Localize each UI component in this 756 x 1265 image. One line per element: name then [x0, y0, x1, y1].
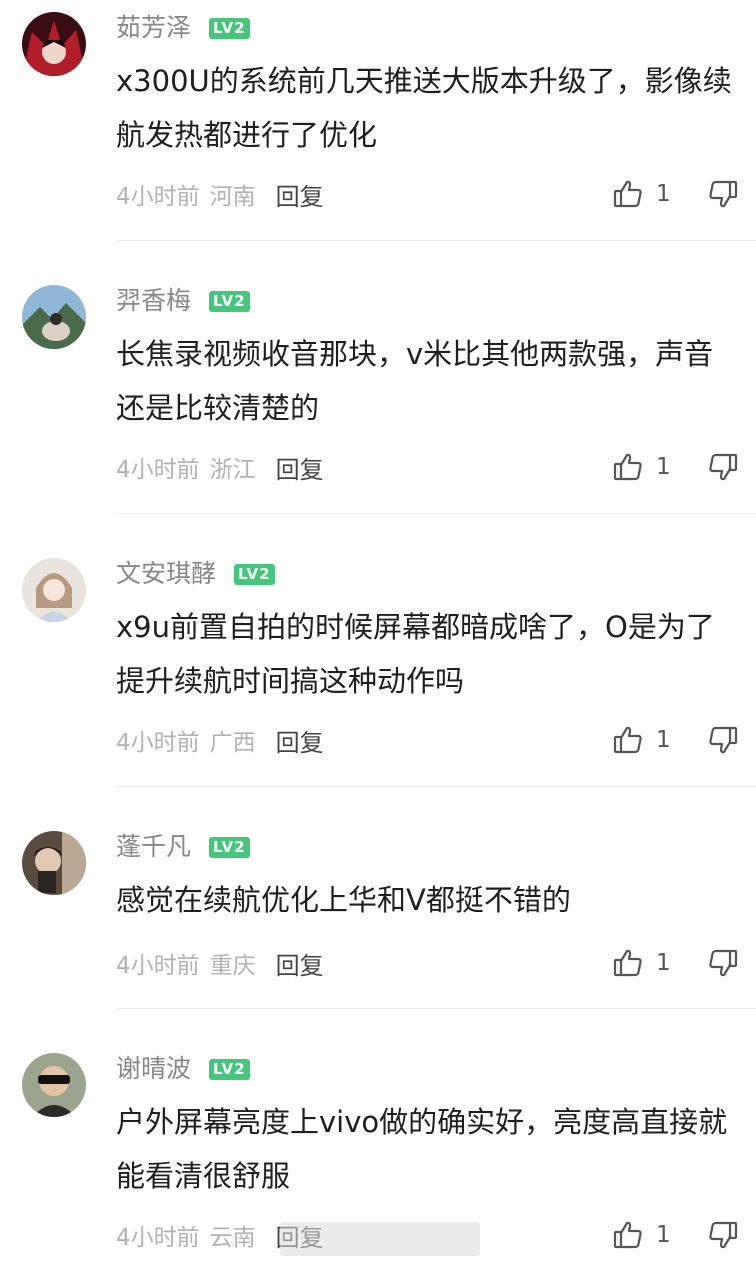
comment-header: 文安琪酵 LV2	[116, 556, 275, 592]
avatar[interactable]	[22, 831, 86, 895]
comment-time: 4小时前	[116, 184, 200, 210]
dislike-button[interactable]	[707, 1219, 739, 1251]
like-button[interactable]: 1	[612, 451, 671, 483]
thumbs-down-icon	[708, 1221, 737, 1249]
reply-button[interactable]: 回复	[276, 723, 324, 758]
reply-button[interactable]: 回复	[276, 177, 324, 212]
level-badge: LV2	[209, 290, 250, 312]
thumbs-down-icon	[708, 949, 737, 977]
comment-time: 4小时前	[116, 730, 200, 756]
like-count: 1	[656, 1222, 671, 1248]
comment-actions: 1	[612, 1215, 739, 1255]
comment-meta: 4小时前 浙江 回复	[116, 447, 324, 487]
username[interactable]: 茹芳泽	[116, 10, 191, 46]
comment-item: 茹芳泽 LV2 x300U的系统前几天推送大版本升级了，影像续航发热都进行了优化…	[0, 0, 756, 241]
like-count: 1	[656, 181, 671, 207]
like-button[interactable]: 1	[612, 947, 671, 979]
comment-header: 谢晴波 LV2	[116, 1051, 250, 1087]
dislike-button[interactable]	[707, 178, 739, 210]
reply-button[interactable]: 回复	[276, 450, 324, 485]
like-count: 1	[656, 454, 671, 480]
comment-actions: 1	[612, 943, 739, 983]
comment-text: x9u前置自拍的时候屏幕都暗成啥了，O是为了提升续航时间搞这种动作吗	[116, 610, 715, 698]
comment-location: 广西	[209, 730, 256, 756]
dislike-button[interactable]	[707, 724, 739, 756]
thumbs-up-icon	[613, 180, 642, 208]
thumbs-down-icon	[708, 180, 737, 208]
thumbs-up-icon	[613, 453, 642, 481]
divider	[116, 786, 756, 787]
comment-item: 蓬千凡 LV2 感觉在续航优化上华和V都挺不错的 4小时前 重庆 回复 1	[0, 819, 756, 1009]
dislike-button[interactable]	[707, 947, 739, 979]
reply-button[interactable]: 回复	[276, 946, 324, 981]
thumbs-up-icon	[613, 726, 642, 754]
username[interactable]: 羿香梅	[116, 283, 191, 319]
comment-text: 感觉在续航优化上华和V都挺不错的	[116, 883, 571, 917]
comment-header: 蓬千凡 LV2	[116, 829, 250, 865]
thumbs-up-icon	[613, 1221, 642, 1249]
avatar[interactable]	[22, 12, 86, 76]
like-button[interactable]: 1	[612, 1219, 671, 1251]
divider	[116, 240, 756, 241]
avatar[interactable]	[22, 285, 86, 349]
comment-time: 4小时前	[116, 457, 200, 483]
comment-location: 河南	[209, 184, 256, 210]
comment-list: 茹芳泽 LV2 x300U的系统前几天推送大版本升级了，影像续航发热都进行了优化…	[0, 0, 756, 1265]
thumbs-down-icon	[708, 726, 737, 754]
level-badge: LV2	[209, 17, 250, 39]
divider	[116, 513, 756, 514]
comment-text: x300U的系统前几天推送大版本升级了，影像续航发热都进行了优化	[116, 64, 732, 152]
comment-meta: 4小时前 重庆 回复	[116, 943, 324, 983]
dislike-button[interactable]	[707, 451, 739, 483]
comment-meta: 4小时前 河南 回复	[116, 174, 324, 214]
watermark-overlay	[280, 1222, 480, 1256]
username[interactable]: 谢晴波	[116, 1051, 191, 1087]
comment-text: 户外屏幕亮度上vivo做的确实好，亮度高直接就能看清很舒服	[116, 1105, 728, 1193]
comment-actions: 1	[612, 720, 739, 760]
avatar[interactable]	[22, 1053, 86, 1117]
comment-time: 4小时前	[116, 1225, 200, 1251]
comment-location: 浙江	[209, 457, 256, 483]
username[interactable]: 蓬千凡	[116, 829, 191, 865]
level-badge: LV2	[209, 1058, 250, 1080]
username[interactable]: 文安琪酵	[116, 556, 216, 592]
divider	[116, 1008, 756, 1009]
comment-header: 茹芳泽 LV2	[116, 10, 250, 46]
comment-actions: 1	[612, 447, 739, 487]
like-count: 1	[656, 950, 671, 976]
thumbs-down-icon	[708, 453, 737, 481]
comment-item: 文安琪酵 LV2 x9u前置自拍的时候屏幕都暗成啥了，O是为了提升续航时间搞这种…	[0, 546, 756, 787]
comment-header: 羿香梅 LV2	[116, 283, 250, 319]
comment-location: 重庆	[209, 953, 256, 979]
comment-meta: 4小时前 广西 回复	[116, 720, 324, 760]
comment-time: 4小时前	[116, 953, 200, 979]
like-button[interactable]: 1	[612, 724, 671, 756]
level-badge: LV2	[234, 563, 275, 585]
avatar[interactable]	[22, 558, 86, 622]
comment-item: 羿香梅 LV2 长焦录视频收音那块，v米比其他两款强，声音还是比较清楚的 4小时…	[0, 273, 756, 514]
comment-actions: 1	[612, 174, 739, 214]
like-button[interactable]: 1	[612, 178, 671, 210]
like-count: 1	[656, 727, 671, 753]
level-badge: LV2	[209, 836, 250, 858]
comment-text: 长焦录视频收音那块，v米比其他两款强，声音还是比较清楚的	[116, 337, 714, 425]
thumbs-up-icon	[613, 949, 642, 977]
comment-location: 云南	[209, 1225, 256, 1251]
